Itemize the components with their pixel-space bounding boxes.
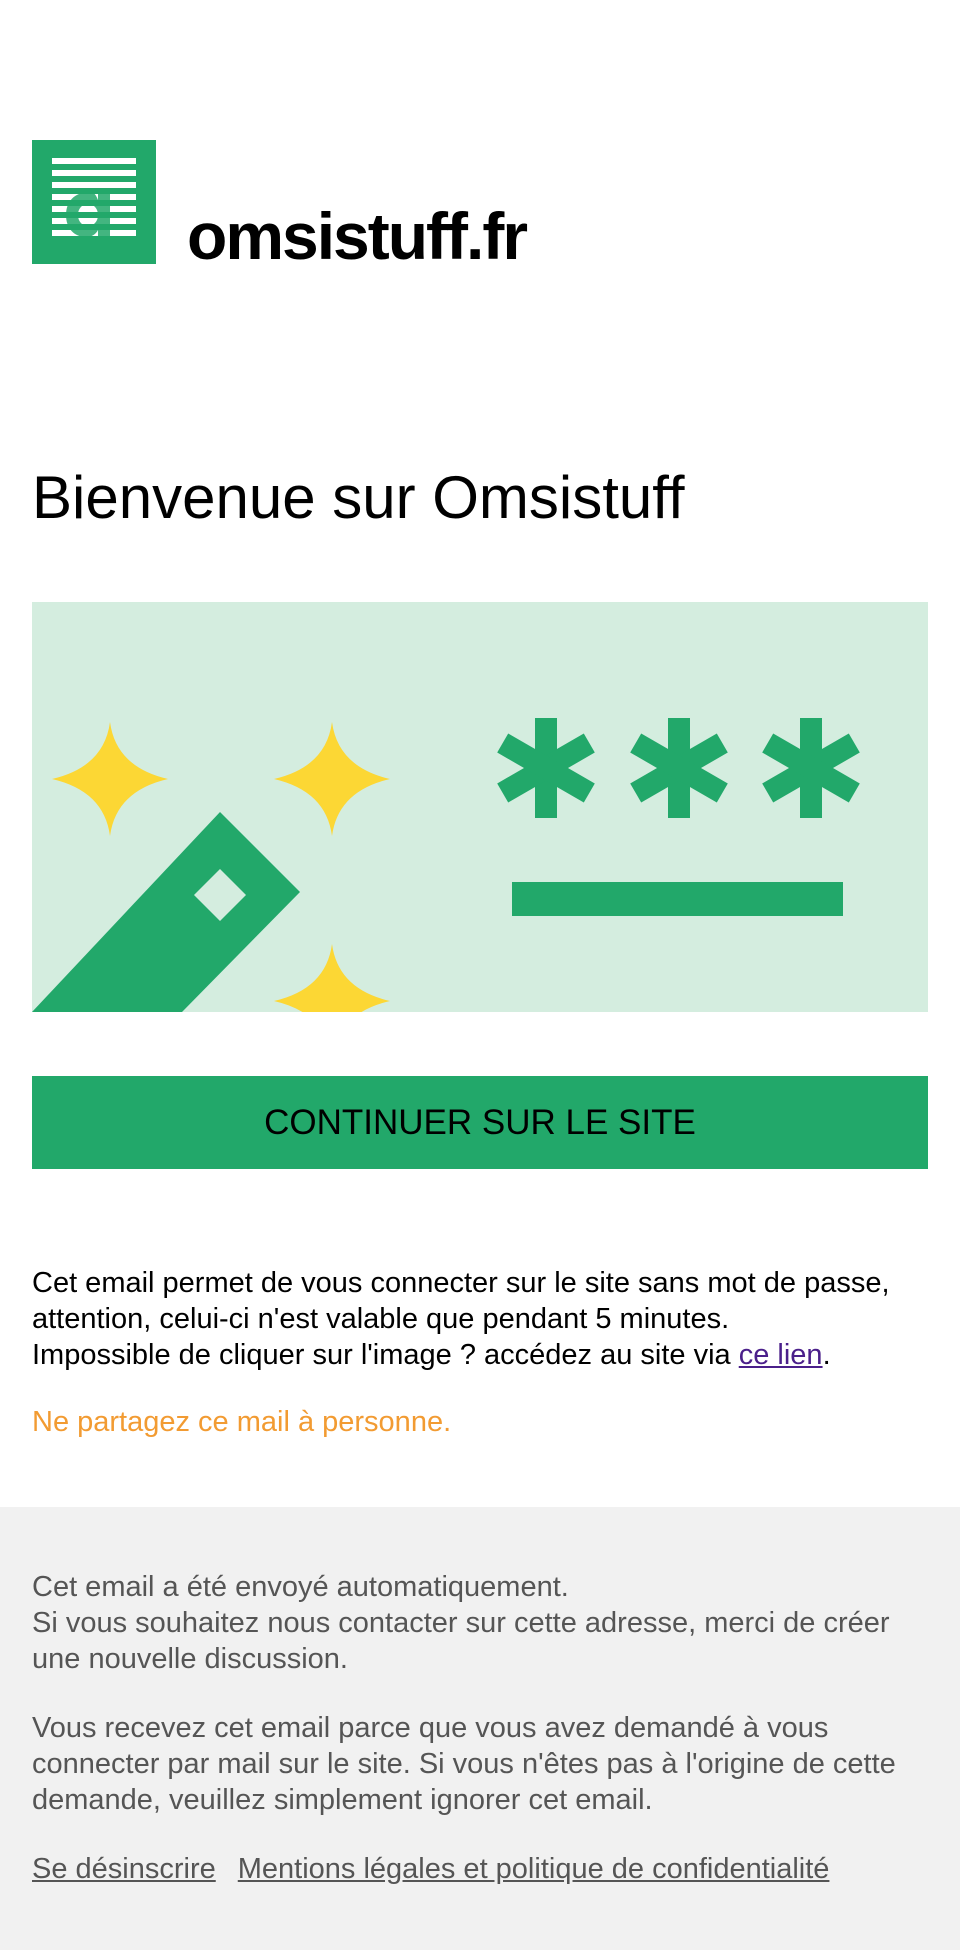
- footer: Cet email a été envoyé automatiquement. …: [0, 1507, 960, 1950]
- unsubscribe-link[interactable]: Se désinscrire: [32, 1853, 216, 1885]
- page-title: Bienvenue sur Omsistuff: [32, 464, 685, 531]
- warning-text: Ne partagez ce mail à personne.: [32, 1406, 452, 1438]
- omsistuff-logo-icon: [32, 140, 156, 264]
- body-text: Cet email permet de vous connecter sur l…: [32, 1265, 928, 1373]
- body-line-2-suffix: .: [822, 1339, 831, 1371]
- footer-reason: Vous recevez cet email parce que vous av…: [32, 1712, 896, 1816]
- header: omsistuff.fr: [32, 140, 532, 273]
- site-link[interactable]: ce lien: [739, 1339, 823, 1371]
- footer-auto-line: Cet email a été envoyé automatiquement.: [32, 1571, 569, 1603]
- password-underline: [512, 882, 843, 916]
- email-page: omsistuff.fr Bienvenue sur Omsistuff CON…: [0, 0, 960, 1950]
- body-line-1: Cet email permet de vous connecter sur l…: [32, 1267, 890, 1335]
- legal-link[interactable]: Mentions légales et politique de confide…: [238, 1853, 830, 1885]
- body-line-2-prefix: Impossible de cliquer sur l'image ? accé…: [32, 1339, 739, 1371]
- continue-button[interactable]: CONTINUER SUR LE SITE: [32, 1076, 928, 1169]
- hero-image[interactable]: [32, 602, 928, 1012]
- footer-notice: Cet email a été envoyé automatiquement. …: [32, 1569, 928, 1677]
- footer-links: Se désinscrire Mentions légales et politi…: [32, 1851, 829, 1887]
- footer-contact-line: Si vous souhaitez nous contacter sur cet…: [32, 1607, 890, 1675]
- password-illustration: [32, 602, 928, 1012]
- brand-name: omsistuff.fr: [187, 199, 528, 273]
